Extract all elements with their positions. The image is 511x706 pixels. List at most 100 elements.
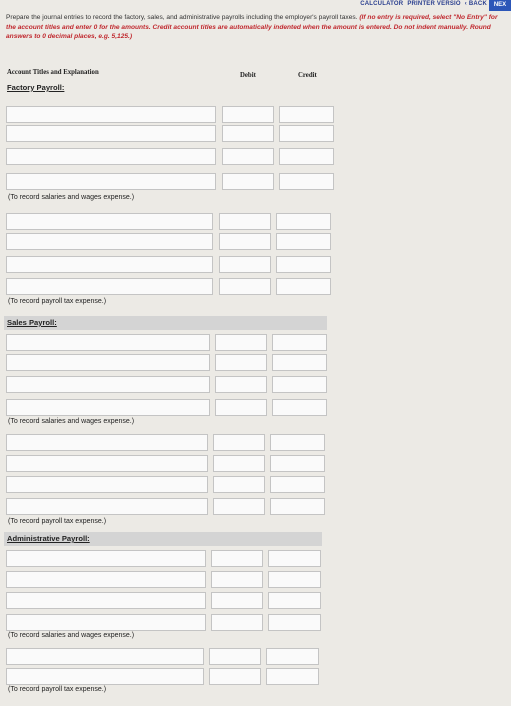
debit-input[interactable] bbox=[215, 399, 267, 416]
printer-version-link[interactable]: PRINTER VERSIO bbox=[407, 1, 460, 7]
credit-input[interactable] bbox=[266, 648, 319, 665]
account-title-input[interactable] bbox=[6, 334, 210, 351]
debit-input[interactable] bbox=[219, 256, 271, 273]
credit-input[interactable] bbox=[270, 498, 325, 515]
account-title-input[interactable] bbox=[6, 614, 206, 631]
credit-input[interactable] bbox=[272, 334, 327, 351]
credit-input[interactable] bbox=[270, 455, 325, 472]
journal-row bbox=[6, 648, 326, 665]
journal-entry-table: Account Titles and Explanation Debit Cre… bbox=[4, 66, 337, 706]
journal-row bbox=[6, 476, 331, 493]
account-title-input[interactable] bbox=[6, 106, 216, 123]
instructions-text: Prepare the journal entries to record th… bbox=[6, 14, 358, 21]
account-title-input[interactable] bbox=[6, 455, 208, 472]
credit-input[interactable] bbox=[268, 550, 321, 567]
account-title-input[interactable] bbox=[6, 173, 216, 190]
journal-row bbox=[6, 106, 336, 123]
credit-input[interactable] bbox=[279, 125, 334, 142]
col-debit-header: Debit bbox=[240, 72, 256, 79]
account-title-input[interactable] bbox=[6, 399, 210, 416]
entry-note: (To record salaries and wages expense.) bbox=[8, 194, 135, 201]
debit-input[interactable] bbox=[222, 125, 274, 142]
credit-input[interactable] bbox=[270, 434, 325, 451]
credit-input[interactable] bbox=[272, 376, 327, 393]
col-credit-header: Credit bbox=[298, 72, 317, 79]
journal-row bbox=[6, 213, 336, 230]
calculator-link[interactable]: CALCULATOR bbox=[360, 1, 403, 7]
journal-row bbox=[6, 455, 331, 472]
next-button[interactable]: NEX bbox=[489, 0, 511, 11]
account-title-input[interactable] bbox=[6, 376, 210, 393]
debit-input[interactable] bbox=[211, 614, 263, 631]
credit-input[interactable] bbox=[266, 668, 319, 685]
credit-input[interactable] bbox=[279, 148, 334, 165]
debit-input[interactable] bbox=[219, 233, 271, 250]
back-link[interactable]: ‹ BACK bbox=[465, 1, 487, 7]
credit-input[interactable] bbox=[276, 278, 331, 295]
journal-row bbox=[6, 233, 336, 250]
account-title-input[interactable] bbox=[6, 213, 213, 230]
account-title-input[interactable] bbox=[6, 354, 210, 371]
account-title-input[interactable] bbox=[6, 571, 206, 588]
account-title-input[interactable] bbox=[6, 278, 213, 295]
debit-input[interactable] bbox=[213, 434, 265, 451]
instructions: Prepare the journal entries to record th… bbox=[6, 13, 506, 42]
debit-input[interactable] bbox=[211, 592, 263, 609]
debit-input[interactable] bbox=[211, 550, 263, 567]
credit-input[interactable] bbox=[276, 233, 331, 250]
account-title-input[interactable] bbox=[6, 125, 216, 142]
account-title-input[interactable] bbox=[6, 148, 216, 165]
credit-input[interactable] bbox=[272, 399, 327, 416]
debit-input[interactable] bbox=[213, 455, 265, 472]
journal-row bbox=[6, 125, 336, 142]
account-title-input[interactable] bbox=[6, 648, 204, 665]
debit-input[interactable] bbox=[222, 173, 274, 190]
debit-input[interactable] bbox=[215, 354, 267, 371]
account-title-input[interactable] bbox=[6, 498, 208, 515]
debit-input[interactable] bbox=[219, 213, 271, 230]
debit-input[interactable] bbox=[213, 476, 265, 493]
journal-row bbox=[6, 399, 331, 416]
credit-input[interactable] bbox=[268, 614, 321, 631]
account-title-input[interactable] bbox=[6, 592, 206, 609]
credit-input[interactable] bbox=[270, 476, 325, 493]
journal-row bbox=[6, 148, 336, 165]
debit-input[interactable] bbox=[222, 148, 274, 165]
journal-row bbox=[6, 668, 326, 685]
journal-row bbox=[6, 376, 331, 393]
account-title-input[interactable] bbox=[6, 256, 213, 273]
journal-row bbox=[6, 278, 336, 295]
debit-input[interactable] bbox=[219, 278, 271, 295]
account-title-input[interactable] bbox=[6, 476, 208, 493]
table-header: Account Titles and Explanation Debit Cre… bbox=[4, 66, 335, 80]
entry-note: (To record payroll tax expense.) bbox=[8, 686, 107, 693]
credit-input[interactable] bbox=[276, 256, 331, 273]
top-toolbar: CALCULATOR PRINTER VERSIO ‹ BACK NEX bbox=[0, 0, 511, 12]
toolbar-links: CALCULATOR PRINTER VERSIO ‹ BACK bbox=[356, 1, 487, 7]
section-title-administrative: Administrative Payroll: bbox=[7, 534, 90, 543]
debit-input[interactable] bbox=[209, 668, 261, 685]
debit-input[interactable] bbox=[215, 376, 267, 393]
credit-input[interactable] bbox=[279, 173, 334, 190]
entry-note: (To record salaries and wages expense.) bbox=[8, 632, 135, 639]
credit-input[interactable] bbox=[276, 213, 331, 230]
journal-row bbox=[6, 571, 326, 588]
account-title-input[interactable] bbox=[6, 233, 213, 250]
debit-input[interactable] bbox=[209, 648, 261, 665]
account-title-input[interactable] bbox=[6, 434, 208, 451]
account-title-input[interactable] bbox=[6, 550, 206, 567]
debit-input[interactable] bbox=[222, 106, 274, 123]
journal-row bbox=[6, 334, 331, 351]
journal-row bbox=[6, 354, 331, 371]
entry-note: (To record payroll tax expense.) bbox=[8, 298, 107, 305]
credit-input[interactable] bbox=[268, 592, 321, 609]
credit-input[interactable] bbox=[272, 354, 327, 371]
account-title-input[interactable] bbox=[6, 668, 204, 685]
debit-input[interactable] bbox=[215, 334, 267, 351]
credit-input[interactable] bbox=[279, 106, 334, 123]
col-account-header: Account Titles and Explanation bbox=[7, 69, 99, 76]
credit-input[interactable] bbox=[268, 571, 321, 588]
journal-row bbox=[6, 434, 331, 451]
debit-input[interactable] bbox=[213, 498, 265, 515]
debit-input[interactable] bbox=[211, 571, 263, 588]
